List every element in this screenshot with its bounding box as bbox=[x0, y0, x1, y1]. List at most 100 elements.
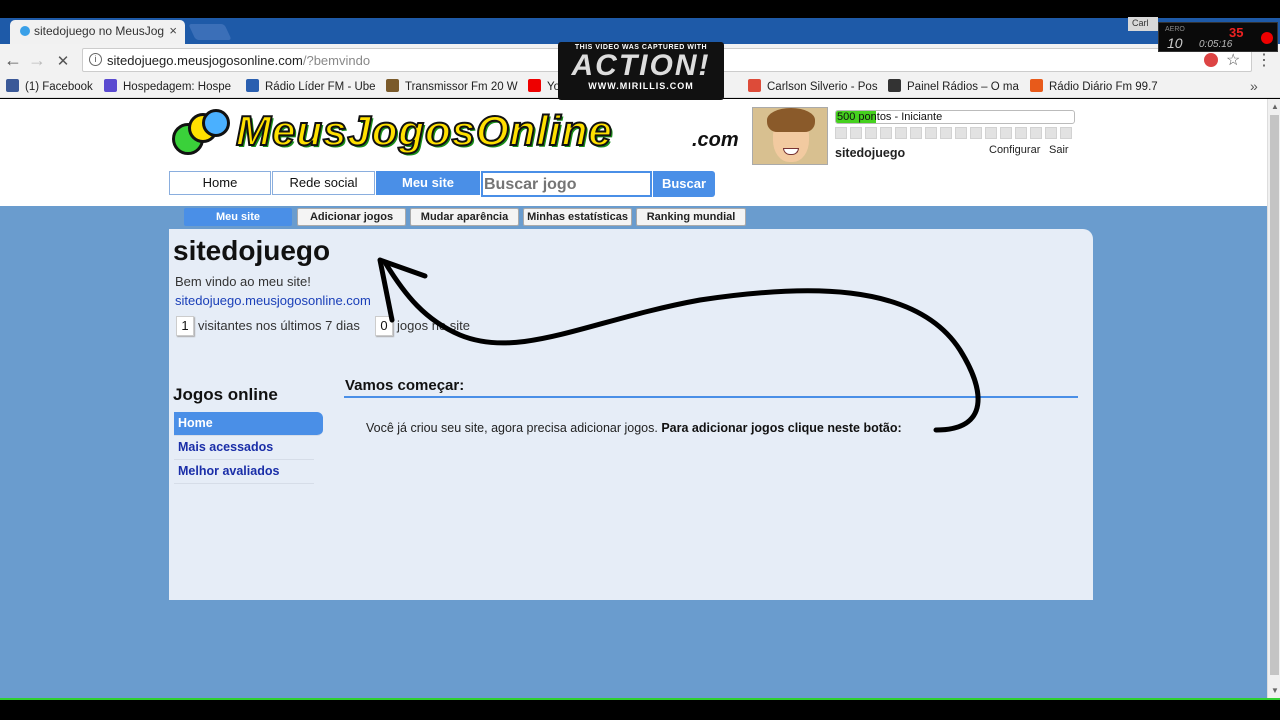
browser-menu-icon[interactable]: ⋮ bbox=[1256, 50, 1272, 70]
games-menu: Home Mais acessados Melhor avaliados bbox=[174, 412, 323, 484]
site-info-icon[interactable]: i bbox=[89, 53, 102, 66]
level-square bbox=[880, 127, 892, 139]
browser-tab[interactable]: sitedojuego no MeusJog × bbox=[10, 20, 185, 44]
level-square bbox=[1030, 127, 1042, 139]
section-divider bbox=[344, 396, 1078, 398]
bookmark-label: (1) Facebook bbox=[25, 81, 93, 93]
back-arrow-icon[interactable]: ← bbox=[2, 50, 24, 71]
bookmark-item[interactable]: Rádio Líder FM - Ube bbox=[246, 79, 376, 93]
search-button[interactable]: Buscar bbox=[653, 171, 715, 197]
subtab-ranking-mundial[interactable]: Ranking mundial bbox=[636, 208, 746, 226]
bookmark-item[interactable]: (1) Facebook bbox=[6, 79, 93, 93]
main-panel: sitedojuego Bem vindo ao meu site! sited… bbox=[169, 229, 1093, 600]
capture-brand: ACTION! bbox=[571, 49, 711, 82]
subtab-minhas-estatisticas[interactable]: Minhas estatísticas bbox=[523, 208, 632, 226]
google-plus-icon bbox=[748, 79, 761, 92]
facebook-icon bbox=[6, 79, 19, 92]
instruction-message: Você já criou seu site, agora precisa ad… bbox=[366, 421, 902, 435]
site-logo[interactable]: MeusJogosOnline bbox=[235, 106, 613, 155]
menu-mais-acessados[interactable]: Mais acessados bbox=[174, 436, 314, 460]
level-squares bbox=[835, 127, 1075, 141]
points-progress-bar: 500 pontos - Iniciante bbox=[835, 110, 1075, 124]
web-page: MeusJogosOnline .com 500 pontos - Inicia… bbox=[0, 99, 1267, 699]
radio-r-icon bbox=[246, 79, 259, 92]
wordpress-icon bbox=[888, 79, 901, 92]
instruction-text: Você já criou seu site, agora precisa ad… bbox=[366, 421, 658, 435]
bookmark-item[interactable]: Painel Rádios – O ma bbox=[888, 79, 1019, 93]
username: sitedojuego bbox=[835, 146, 906, 160]
scroll-down-icon[interactable]: ▼ bbox=[1271, 686, 1279, 695]
bookmark-item[interactable]: Hospedagem: Hospe bbox=[104, 79, 231, 93]
bookmark-item[interactable]: Transmissor Fm 20 W bbox=[386, 79, 518, 93]
level-square bbox=[1015, 127, 1027, 139]
level-square bbox=[910, 127, 922, 139]
transmitter-icon bbox=[386, 79, 399, 92]
bookmark-item[interactable]: Rádio Diário Fm 99.7 bbox=[1030, 79, 1158, 93]
site-logo-com: .com bbox=[692, 129, 739, 151]
level-square bbox=[940, 127, 952, 139]
aero-label: AERO bbox=[1165, 26, 1185, 33]
games-stat: 0 jogos no site bbox=[375, 316, 470, 336]
forward-arrow-icon[interactable]: → bbox=[26, 50, 48, 71]
search-input[interactable] bbox=[481, 171, 652, 197]
avatar[interactable] bbox=[752, 107, 828, 165]
menu-home[interactable]: Home bbox=[174, 412, 323, 436]
page-title: sitedojuego bbox=[173, 235, 331, 266]
site-url-link[interactable]: sitedojuego.meusjogosonline.com bbox=[175, 293, 371, 308]
subtab-mudar-aparencia[interactable]: Mudar aparência bbox=[410, 208, 519, 226]
points-label: 500 pontos - Iniciante bbox=[837, 111, 943, 123]
stop-loading-icon[interactable]: ✕ bbox=[52, 52, 74, 70]
bookmark-label: Rádio Líder FM - Ube bbox=[265, 81, 376, 93]
level-square bbox=[850, 127, 862, 139]
level-square bbox=[985, 127, 997, 139]
url-path: /?bemvindo bbox=[302, 53, 371, 68]
bookmark-label: Transmissor Fm 20 W bbox=[405, 81, 518, 93]
subtab-adicionar-jogos[interactable]: Adicionar jogos bbox=[297, 208, 406, 226]
menu-melhor-avaliados[interactable]: Melhor avaliados bbox=[174, 460, 314, 484]
level-square bbox=[925, 127, 937, 139]
bookmark-label: Painel Rádios – O ma bbox=[907, 81, 1019, 93]
scroll-up-icon[interactable]: ▲ bbox=[1271, 102, 1279, 111]
hosting-icon bbox=[104, 79, 117, 92]
bottom-green-line bbox=[0, 698, 1280, 700]
bookmark-label: Rádio Diário Fm 99.7 bbox=[1049, 81, 1158, 93]
logo-balls-icon bbox=[172, 109, 232, 155]
level-square bbox=[1045, 127, 1057, 139]
level-square bbox=[970, 127, 982, 139]
nav-rede-social[interactable]: Rede social bbox=[272, 171, 375, 195]
section-title: Vamos começar: bbox=[345, 377, 465, 394]
record-dot-icon bbox=[1261, 32, 1273, 44]
new-tab-button[interactable] bbox=[188, 24, 232, 40]
tab-close-icon[interactable]: × bbox=[169, 23, 177, 38]
bookmark-label: Hospedagem: Hospe bbox=[123, 81, 232, 93]
url-host: sitedojuego.meusjogosonline.com bbox=[107, 53, 303, 68]
tab-favicon-icon bbox=[20, 26, 30, 36]
fps-label: 10 bbox=[1167, 35, 1183, 51]
radio-diario-icon bbox=[1030, 79, 1043, 92]
jogos-online-heading: Jogos online bbox=[173, 385, 278, 404]
nav-meu-site[interactable]: Meu site bbox=[376, 171, 480, 195]
level-square bbox=[1000, 127, 1012, 139]
subtab-meu-site[interactable]: Meu site bbox=[184, 208, 292, 226]
level-square bbox=[865, 127, 877, 139]
logout-link[interactable]: Sair bbox=[1049, 144, 1069, 156]
capture-site: WWW.MIRILLIS.COM bbox=[588, 81, 694, 91]
bookmark-item[interactable]: Carlson Silverio - Pos bbox=[748, 79, 878, 93]
bookmark-label: Carlson Silverio - Pos bbox=[767, 81, 878, 93]
scroll-thumb[interactable] bbox=[1270, 115, 1279, 675]
more-bookmarks-icon[interactable]: » bbox=[1250, 78, 1258, 94]
tab-title: sitedojuego no MeusJog bbox=[34, 24, 165, 38]
visitors-label: visitantes nos últimos 7 dias bbox=[198, 318, 360, 333]
level-square bbox=[955, 127, 967, 139]
recording-time: 0:05:16 bbox=[1199, 39, 1233, 50]
frame-counter: 35 bbox=[1229, 25, 1244, 40]
nav-home[interactable]: Home bbox=[169, 171, 271, 195]
extension-icon[interactable] bbox=[1204, 53, 1218, 67]
window-top-bar bbox=[0, 0, 1280, 20]
page-scrollbar[interactable]: ▲ ▼ bbox=[1267, 99, 1280, 699]
visitors-count: 1 bbox=[176, 316, 194, 336]
recording-timer: AERO 10 35 0:05:16 bbox=[1158, 22, 1278, 52]
visitors-stat: 1 visitantes nos últimos 7 dias bbox=[176, 316, 360, 336]
configure-link[interactable]: Configurar bbox=[989, 144, 1040, 156]
bookmark-star-icon[interactable]: ☆ bbox=[1226, 50, 1240, 70]
